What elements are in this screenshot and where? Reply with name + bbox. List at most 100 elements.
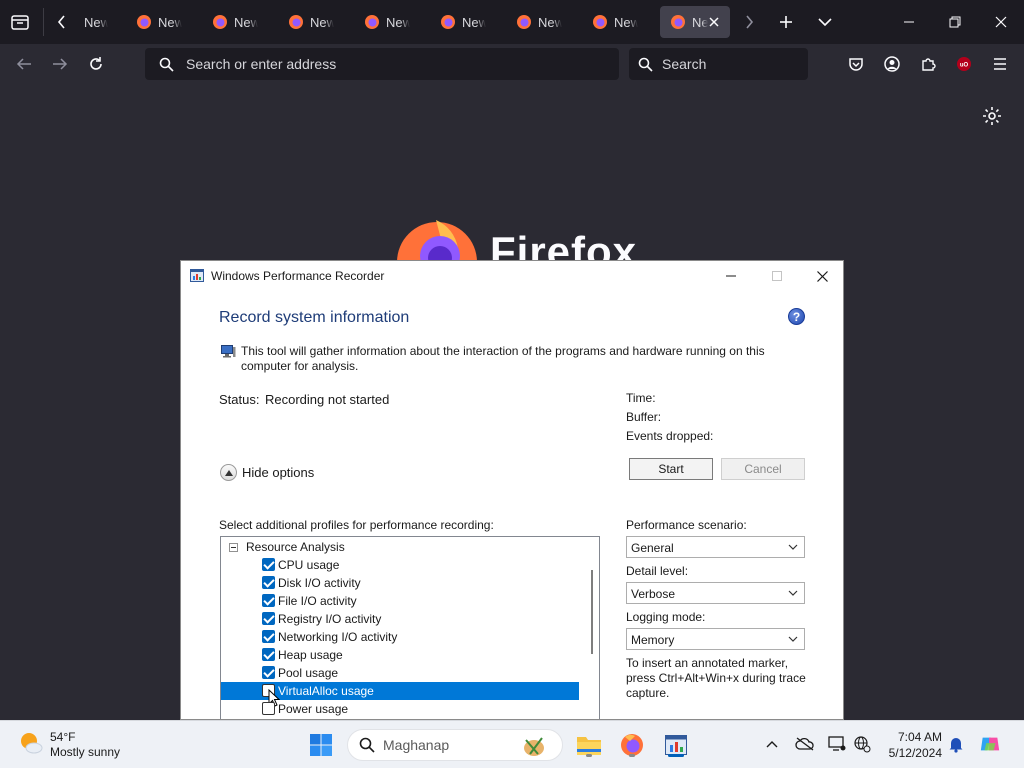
address-input[interactable] xyxy=(186,56,619,72)
browser-tab[interactable]: New Tab xyxy=(506,6,578,38)
taskbar-search[interactable]: Maghanap xyxy=(347,729,563,761)
account-icon xyxy=(884,56,900,72)
collapse-icon[interactable] xyxy=(229,543,238,552)
restore-button[interactable] xyxy=(932,0,978,44)
logging-mode-select[interactable]: Memory xyxy=(626,628,805,650)
minimize-button[interactable] xyxy=(886,0,932,44)
tab-label: New Tab xyxy=(158,14,182,30)
profile-label: Disk I/O activity xyxy=(278,576,361,590)
tab-label: New Tab xyxy=(386,14,410,30)
firefox-view-button[interactable] xyxy=(4,6,36,38)
app-menu-button[interactable] xyxy=(984,48,1016,80)
tree-item-selected[interactable]: VirtualAlloc usage xyxy=(221,682,579,707)
profile-checkbox[interactable] xyxy=(262,666,275,679)
status-value: Recording not started xyxy=(265,392,390,407)
plus-icon xyxy=(780,16,792,28)
browser-tab[interactable]: New Tab xyxy=(202,6,274,38)
network-tray-icon[interactable] xyxy=(851,733,873,755)
list-all-tabs-button[interactable] xyxy=(809,6,841,38)
start-button[interactable]: Start xyxy=(629,458,713,480)
close-icon xyxy=(995,16,1007,28)
firefox-icon xyxy=(365,15,379,29)
dialog-minimize-button[interactable] xyxy=(708,261,754,291)
chevron-down-icon xyxy=(788,590,798,596)
tree-item[interactable]: File I/O activity xyxy=(221,592,579,610)
search-input[interactable] xyxy=(662,56,808,72)
firefox-view-icon xyxy=(11,15,29,30)
profile-checkbox[interactable] xyxy=(262,630,275,643)
tab-label: New Tab xyxy=(310,14,334,30)
profile-checkbox[interactable] xyxy=(262,594,275,607)
start-button[interactable] xyxy=(307,731,335,759)
tree-group-label: Resource Analysis xyxy=(246,540,345,554)
computer-icon xyxy=(221,345,236,358)
tab-strip-divider xyxy=(43,8,44,36)
search-bar[interactable] xyxy=(629,48,808,80)
forward-button[interactable] xyxy=(44,48,76,80)
tree-item[interactable]: Power usage xyxy=(221,700,579,718)
tab-label: New Tab xyxy=(234,14,258,30)
show-hidden-icons-button[interactable] xyxy=(761,733,783,755)
search-icon xyxy=(638,57,653,72)
weather-widget[interactable]: 54°F Mostly sunny xyxy=(18,730,120,760)
collapse-arrow-icon xyxy=(220,464,237,481)
ublock-button[interactable]: uO xyxy=(948,48,980,80)
performance-recorder-taskbar-button[interactable] xyxy=(662,731,690,759)
reload-button[interactable] xyxy=(80,48,112,80)
minimize-icon xyxy=(726,275,736,277)
browser-tab-active[interactable]: New Tab xyxy=(660,6,730,38)
notifications-button[interactable] xyxy=(945,733,967,755)
tree-scrollbar[interactable] xyxy=(585,537,599,719)
scrollbar-thumb[interactable] xyxy=(591,570,593,654)
extensions-button[interactable] xyxy=(912,48,944,80)
running-indicator xyxy=(586,754,592,757)
tree-item[interactable]: Registry I/O activity xyxy=(221,610,579,628)
browser-tab[interactable]: New Tab xyxy=(430,6,502,38)
dialog-maximize-button xyxy=(754,261,800,291)
browser-tab[interactable]: New Tab xyxy=(582,6,654,38)
firefox-icon xyxy=(441,15,455,29)
tree-item[interactable]: Networking I/O activity xyxy=(221,628,579,646)
gear-icon[interactable] xyxy=(980,104,1004,128)
account-button[interactable] xyxy=(876,48,908,80)
help-icon[interactable]: ? xyxy=(788,308,805,325)
browser-tab[interactable]: New Tab xyxy=(354,6,426,38)
tree-item[interactable]: CPU usage xyxy=(221,556,579,574)
tree-item[interactable]: Heap usage xyxy=(221,646,579,664)
profile-checkbox[interactable] xyxy=(262,558,275,571)
scroll-tabs-right-button[interactable] xyxy=(733,6,765,38)
running-indicator xyxy=(629,754,635,757)
onedrive-tray-icon[interactable] xyxy=(794,733,816,755)
close-window-button[interactable] xyxy=(978,0,1024,44)
search-icon xyxy=(359,737,375,753)
profile-checkbox[interactable] xyxy=(262,576,275,589)
tree-item[interactable]: Pool usage xyxy=(221,664,579,682)
tree-group-resource-analysis[interactable]: Resource Analysis xyxy=(221,538,579,556)
detail-level-select[interactable]: Verbose xyxy=(626,582,805,604)
tree-item[interactable]: Disk I/O activity xyxy=(221,574,579,592)
scenario-select[interactable]: General xyxy=(626,536,805,558)
folder-icon xyxy=(577,737,601,755)
monitor-icon xyxy=(828,736,846,751)
browser-tab[interactable]: New Tab xyxy=(126,6,198,38)
taskbar-clock[interactable]: 7:04 AM 5/12/2024 xyxy=(882,729,942,761)
display-tray-icon[interactable] xyxy=(826,733,848,755)
copilot-button[interactable] xyxy=(979,733,1001,755)
close-tab-icon[interactable] xyxy=(706,14,722,30)
address-bar[interactable] xyxy=(145,48,619,80)
hide-options-toggle[interactable]: Hide options xyxy=(220,464,314,481)
new-tab-button[interactable] xyxy=(770,6,802,38)
back-button[interactable] xyxy=(8,48,40,80)
dialog-title: Windows Performance Recorder xyxy=(211,269,385,283)
profile-checkbox[interactable] xyxy=(262,702,275,715)
dialog-close-button[interactable] xyxy=(799,261,843,291)
file-explorer-taskbar-button[interactable] xyxy=(575,731,603,759)
profile-checkbox[interactable] xyxy=(262,612,275,625)
pocket-button[interactable] xyxy=(840,48,872,80)
taskbar: 54°F Mostly sunny Maghanap 7:04 AM 5/12/… xyxy=(0,720,1024,768)
browser-tab[interactable]: New Tab xyxy=(278,6,350,38)
arrow-right-icon xyxy=(53,58,68,70)
profile-label: File I/O activity xyxy=(278,594,357,608)
firefox-taskbar-button[interactable] xyxy=(618,731,646,759)
profile-checkbox[interactable] xyxy=(262,648,275,661)
